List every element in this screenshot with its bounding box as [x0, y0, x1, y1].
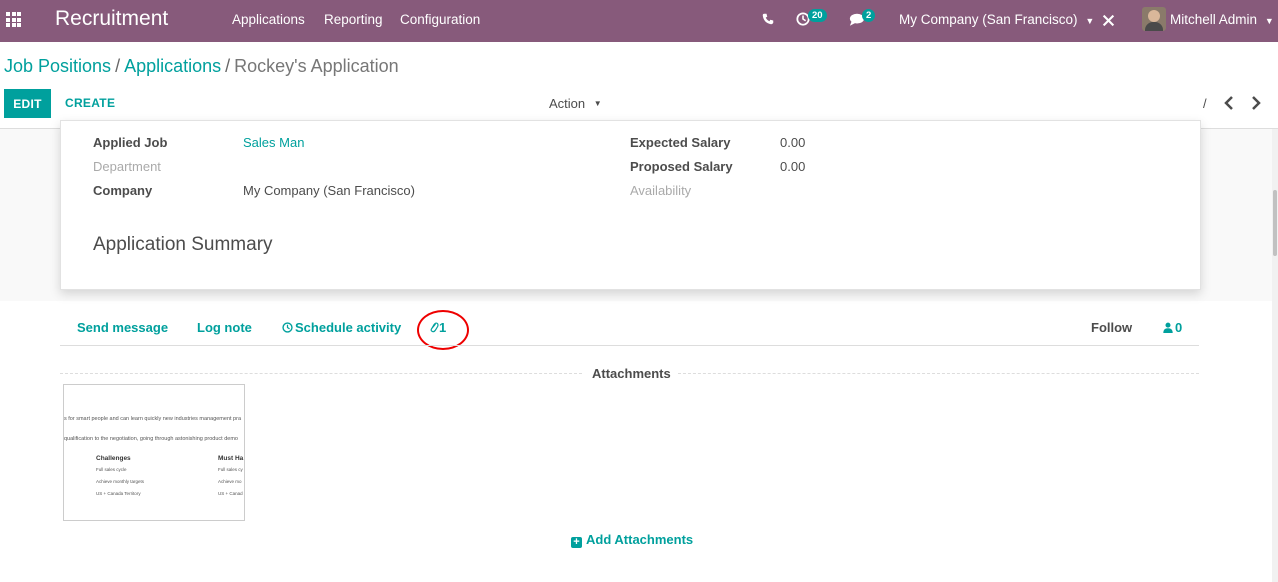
menu-configuration[interactable]: Configuration: [400, 12, 480, 27]
preview-col1-item: US + Canada Territory: [96, 491, 141, 496]
next-record-icon[interactable]: [1249, 95, 1263, 111]
top-navbar: Recruitment Applications Reporting Confi…: [0, 0, 1278, 42]
breadcrumb-job-positions[interactable]: Job Positions: [4, 56, 111, 76]
app-title: Recruitment: [55, 7, 169, 30]
pager-value[interactable]: /: [1203, 96, 1207, 111]
preview-col1-item: Achieve monthly targets: [96, 479, 145, 484]
company-label: Company: [93, 183, 153, 198]
user-icon: [1163, 322, 1173, 333]
highlight-circle-annotation: [417, 310, 469, 350]
plus-square-icon: +: [571, 537, 582, 548]
log-note-button[interactable]: Log note: [197, 320, 252, 335]
menu-reporting[interactable]: Reporting: [324, 12, 383, 27]
edit-button[interactable]: EDIT: [4, 89, 51, 118]
attachments-divider-right: [678, 373, 1199, 375]
availability-label: Availability: [630, 183, 692, 198]
caret-down-icon: ▼: [593, 99, 602, 108]
company-switcher[interactable]: My Company (San Francisco) ▼: [899, 12, 1094, 27]
preview-col2-item: US + Canad: [218, 491, 243, 496]
scrollbar-thumb[interactable]: [1273, 190, 1277, 256]
menu-applications[interactable]: Applications: [232, 12, 305, 27]
send-message-button[interactable]: Send message: [77, 320, 168, 335]
application-summary-heading: Application Summary: [93, 234, 273, 255]
schedule-activity-button[interactable]: Schedule activity: [282, 320, 401, 335]
chevron-down-icon: ▼: [1264, 16, 1274, 26]
attachment-thumbnail[interactable]: s for smart people and can learn quickly…: [63, 384, 245, 521]
company-value: My Company (San Francisco): [243, 183, 415, 198]
breadcrumb: Job Positions / Applications / Rockey's Appl…: [4, 56, 399, 77]
company-name: My Company (San Francisco): [899, 12, 1078, 27]
breadcrumb-separator: /: [225, 56, 231, 76]
breadcrumb-separator: /: [115, 56, 121, 76]
preview-col2-title: Must Ha: [218, 455, 244, 462]
expected-salary-label: Expected Salary: [630, 135, 731, 150]
avatar[interactable]: [1142, 7, 1166, 31]
user-menu[interactable]: Mitchell Admin ▼: [1170, 12, 1274, 27]
message-count-badge: 2: [862, 9, 876, 22]
preview-text-line: qualification to the negotiation, going …: [64, 436, 238, 442]
applied-job-label: Applied Job: [93, 135, 168, 150]
proposed-salary-label: Proposed Salary: [630, 159, 733, 174]
attachments-divider-left: [60, 373, 582, 375]
proposed-salary-value: 0.00: [780, 159, 806, 174]
add-attachments-label: Add Attachments: [586, 532, 694, 547]
followers-button[interactable]: 0: [1163, 320, 1182, 335]
apps-menu-icon[interactable]: [6, 12, 21, 27]
breadcrumb-current: Rockey's Application: [234, 56, 399, 76]
chatter-divider: [60, 345, 1199, 346]
activity-count-badge: 20: [808, 9, 827, 22]
phone-icon[interactable]: [762, 13, 774, 25]
applied-job-value[interactable]: Sales Man: [243, 135, 304, 150]
expected-salary-value: 0.00: [780, 135, 806, 150]
preview-col2-item: Achieve mo: [218, 479, 242, 484]
action-label: Action: [549, 96, 586, 111]
clock-icon: [282, 322, 293, 333]
preview-col2-item: Full sales cy: [218, 467, 243, 472]
preview-col1-item: Full sales cycle: [96, 467, 127, 472]
department-label: Department: [93, 159, 161, 174]
breadcrumb-applications[interactable]: Applications: [124, 56, 221, 76]
followers-count: 0: [1175, 320, 1183, 335]
user-name: Mitchell Admin: [1170, 12, 1258, 27]
follow-button[interactable]: Follow: [1091, 320, 1132, 335]
preview-col1-title: Challenges: [96, 455, 131, 462]
attachments-title: Attachments: [592, 366, 671, 381]
chevron-down-icon: ▼: [1085, 16, 1095, 26]
previous-record-icon[interactable]: [1222, 95, 1236, 111]
add-attachments-button[interactable]: + Add Attachments: [571, 532, 693, 548]
debug-tools-icon[interactable]: [1102, 14, 1115, 27]
schedule-activity-label: Schedule activity: [295, 320, 402, 335]
preview-text-line: s for smart people and can learn quickly…: [64, 416, 242, 422]
create-button[interactable]: CREATE: [65, 96, 115, 110]
action-dropdown[interactable]: Action ▼: [549, 96, 602, 111]
